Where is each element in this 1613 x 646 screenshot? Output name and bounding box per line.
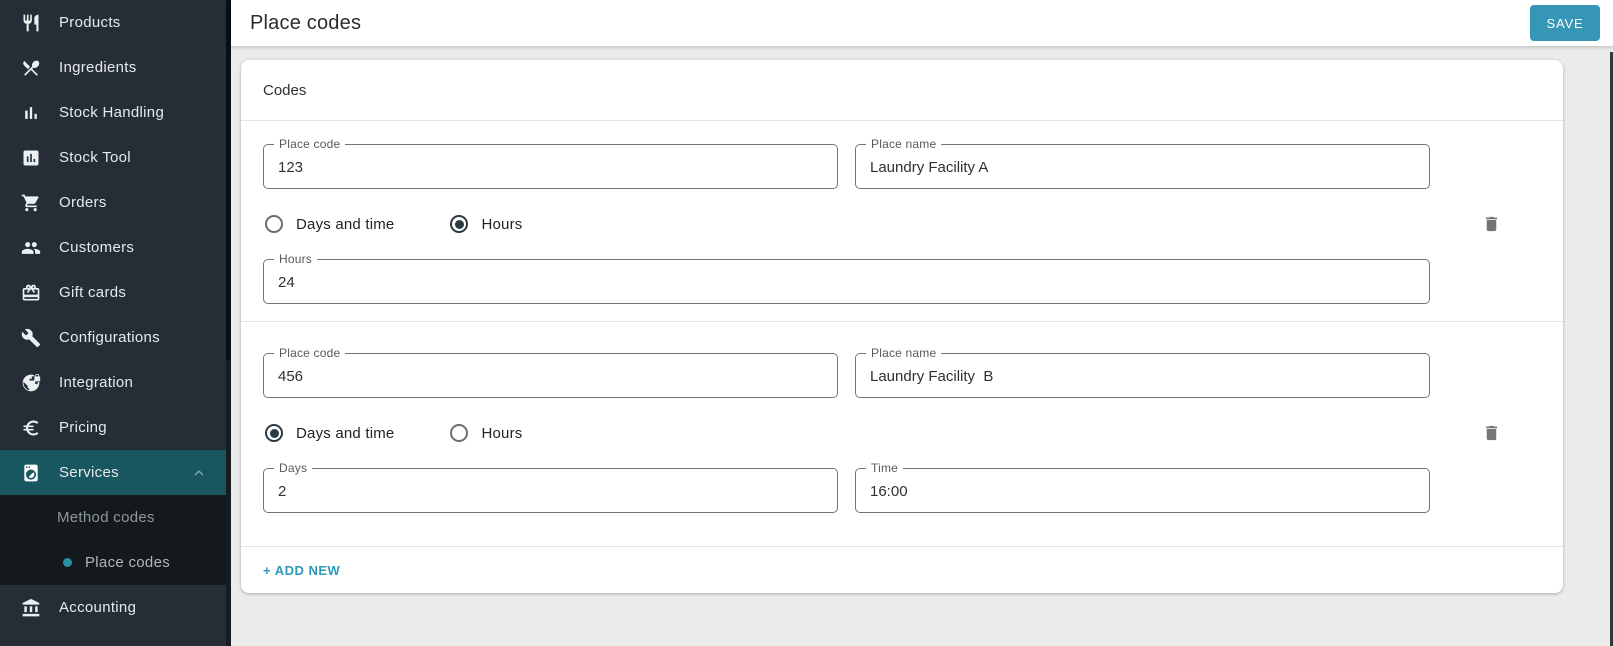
chart-panel-icon — [20, 147, 41, 168]
place-name-input[interactable] — [856, 354, 1429, 397]
radio-days-and-time[interactable]: Days and time — [265, 424, 394, 442]
days-field-label: Days — [274, 461, 312, 475]
sidebar-item-integration[interactable]: Integration — [0, 360, 226, 405]
radio-circle-icon[interactable] — [450, 215, 468, 233]
sidebar-item-ingredients[interactable]: Ingredients — [0, 45, 226, 90]
people-icon — [20, 237, 41, 258]
trash-icon — [1482, 423, 1501, 443]
hours-field: Hours — [263, 259, 1430, 304]
place-name-field-label: Place name — [866, 137, 941, 151]
sidebar-item-label: Stock Tool — [59, 149, 131, 166]
place-code-field: Place code — [263, 353, 838, 398]
delete-entry-button[interactable] — [1482, 214, 1501, 234]
top-bar: Place codes SAVE — [231, 0, 1613, 46]
sidebar-item-services[interactable]: Services — [0, 450, 226, 495]
trash-icon — [1482, 214, 1501, 234]
save-button[interactable]: SAVE — [1530, 5, 1600, 41]
sidebar-item-place-codes[interactable]: Place codes — [0, 540, 226, 585]
sidebar-item-label: Products — [59, 14, 121, 31]
place-code-field-label: Place code — [274, 346, 345, 360]
sidebar-item-orders[interactable]: Orders — [0, 180, 226, 225]
radio-days-and-time[interactable]: Days and time — [265, 215, 394, 233]
place-code-input[interactable] — [264, 354, 837, 397]
time-field-label: Time — [866, 461, 903, 475]
sidebar-item-label: Customers — [59, 239, 134, 256]
app-root: Products Ingredients Stock Handling Stoc… — [0, 0, 1613, 646]
sidebar-item-products[interactable]: Products — [0, 0, 226, 45]
main-area: Place codes SAVE Codes Place code Place … — [231, 0, 1613, 646]
sidebar-item-customers[interactable]: Customers — [0, 225, 226, 270]
place-code-input[interactable] — [264, 145, 837, 188]
sidebar-item-configurations[interactable]: Configurations — [0, 315, 226, 360]
sidebar-item-accounting[interactable]: Accounting — [0, 585, 226, 630]
radio-hours[interactable]: Hours — [450, 424, 522, 442]
place-code-field-label: Place code — [274, 137, 345, 151]
globe-lock-icon — [20, 372, 41, 393]
sidebar-item-label: Integration — [59, 374, 133, 391]
active-dot — [63, 558, 72, 567]
days-field: Days — [263, 468, 838, 513]
sidebar-item-label: Pricing — [59, 419, 107, 436]
sidebar: Products Ingredients Stock Handling Stoc… — [0, 0, 226, 646]
days-input[interactable] — [264, 469, 837, 512]
hours-field-label: Hours — [274, 252, 317, 266]
time-input[interactable] — [856, 469, 1429, 512]
sidebar-item-stock-handling[interactable]: Stock Handling — [0, 90, 226, 135]
chevron-up-icon — [190, 464, 208, 482]
utensils-crossed-icon — [20, 57, 41, 78]
radio-circle-icon[interactable] — [265, 424, 283, 442]
sidebar-item-method-codes[interactable]: Method codes — [0, 495, 226, 540]
sidebar-item-label: Gift cards — [59, 284, 126, 301]
hours-input[interactable] — [264, 260, 1429, 303]
sidebar-item-label: Accounting — [59, 599, 136, 616]
sidebar-item-label: Configurations — [59, 329, 160, 346]
sidebar-item-label: Ingredients — [59, 59, 137, 76]
sidebar-item-label: Services — [59, 464, 119, 481]
sidebar-item-pricing[interactable]: Pricing — [0, 405, 226, 450]
radio-circle-icon[interactable] — [450, 424, 468, 442]
place-code-entry: Place code Place name Days and time — [241, 121, 1563, 321]
add-new-button[interactable]: + ADD NEW — [263, 563, 340, 578]
restaurant-icon — [20, 12, 41, 33]
euro-icon — [20, 417, 41, 438]
place-name-input[interactable] — [856, 145, 1429, 188]
page-body: Codes Place code Place name — [231, 46, 1613, 646]
card-footer: + ADD NEW — [241, 547, 1563, 593]
place-code-entry: Place code Place name Days and time — [241, 322, 1563, 546]
place-name-field: Place name — [855, 353, 1430, 398]
radio-hours[interactable]: Hours — [450, 215, 522, 233]
cart-icon — [20, 192, 41, 213]
codes-card: Codes Place code Place name — [241, 60, 1563, 593]
place-name-field-label: Place name — [866, 346, 941, 360]
time-field: Time — [855, 468, 1430, 513]
sidebar-subitem-label: Method codes — [57, 509, 155, 526]
sidebar-item-stock-tool[interactable]: Stock Tool — [0, 135, 226, 180]
card-title: Codes — [241, 60, 1563, 120]
page-title: Place codes — [250, 12, 361, 35]
bank-icon — [20, 597, 41, 618]
place-name-field: Place name — [855, 144, 1430, 189]
delete-entry-button[interactable] — [1482, 423, 1501, 443]
radio-circle-icon[interactable] — [265, 215, 283, 233]
wrench-icon — [20, 327, 41, 348]
sidebar-item-label: Stock Handling — [59, 104, 164, 121]
washing-machine-icon — [20, 462, 41, 483]
bar-chart-icon — [20, 102, 41, 123]
place-code-field: Place code — [263, 144, 838, 189]
sidebar-item-gift-cards[interactable]: Gift cards — [0, 270, 226, 315]
sidebar-subitem-label: Place codes — [85, 554, 170, 571]
sidebar-item-label: Orders — [59, 194, 107, 211]
gift-card-icon — [20, 282, 41, 303]
